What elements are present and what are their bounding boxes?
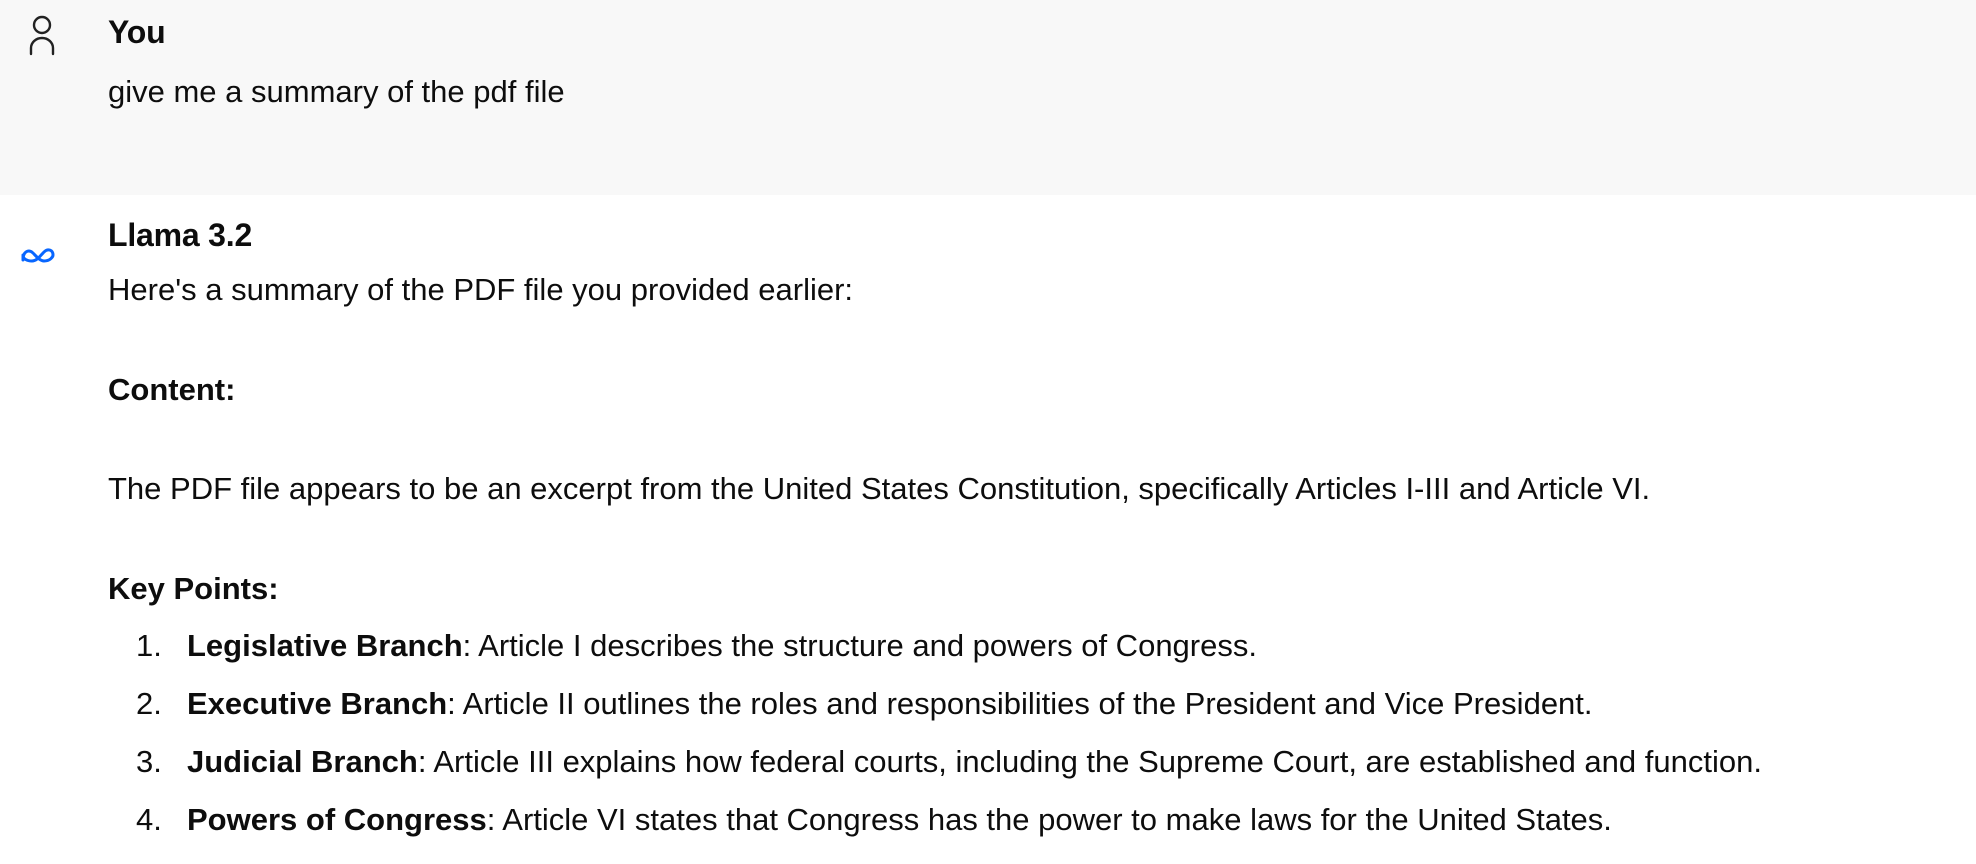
list-item-text: : Article III explains how federal court… [417,744,1762,779]
chat-thread: You give me a summary of the pdf file Ll… [0,0,1976,864]
list-item-text: : Article II outlines the roles and resp… [447,686,1593,721]
assistant-author-name: Llama 3.2 [108,217,253,253]
list-item-number: 1. [136,628,162,663]
user-message-text: give me a summary of the pdf file [108,74,565,109]
list-item-number: 2. [136,686,162,721]
list-item: 3. Judicial Branch: Article III explains … [108,742,1956,782]
user-message-content: You give me a summary of the pdf file [108,12,1956,112]
content-paragraph: The PDF file appears to be an excerpt fr… [108,471,1651,506]
list-item: 2. Executive Branch: Article II outlines … [108,684,1956,724]
list-item-title: Executive Branch [187,686,448,721]
user-outline-icon [20,12,58,56]
user-author-name: You [108,14,166,50]
list-item-number: 3. [136,744,162,779]
list-item-title: Judicial Branch [187,744,418,779]
list-item-text: : Article I describes the structure and … [462,628,1257,663]
user-message: You give me a summary of the pdf file [0,0,1976,195]
list-item-text: : Article VI states that Congress has th… [486,802,1612,837]
key-points-list: 1. Legislative Branch: Article I describe… [108,626,1956,840]
list-item: 1. Legislative Branch: Article I describe… [108,626,1956,666]
meta-infinity-logo-icon [20,231,58,275]
list-item-number: 4. [136,802,162,837]
assistant-message: Llama 3.2 Here's a summary of the PDF fi… [0,195,1976,864]
list-item-title: Legislative Branch [187,628,463,663]
list-item-title: Powers of Congress [187,802,487,837]
key-points-heading: Key Points: [108,571,279,606]
content-heading: Content: [108,372,236,407]
assistant-message-content: Llama 3.2 Here's a summary of the PDF fi… [108,215,1956,858]
assistant-intro-text: Here's a summary of the PDF file you pro… [108,272,854,307]
list-item: 4. Powers of Congress: Article VI states … [108,800,1956,840]
